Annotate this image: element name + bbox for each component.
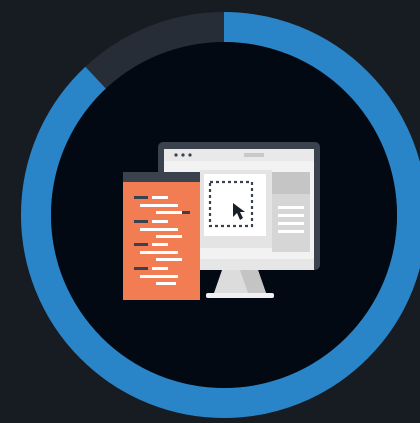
code-panel-icon — [123, 172, 200, 300]
progress-widget — [0, 0, 420, 423]
progress-ring — [21, 12, 420, 418]
